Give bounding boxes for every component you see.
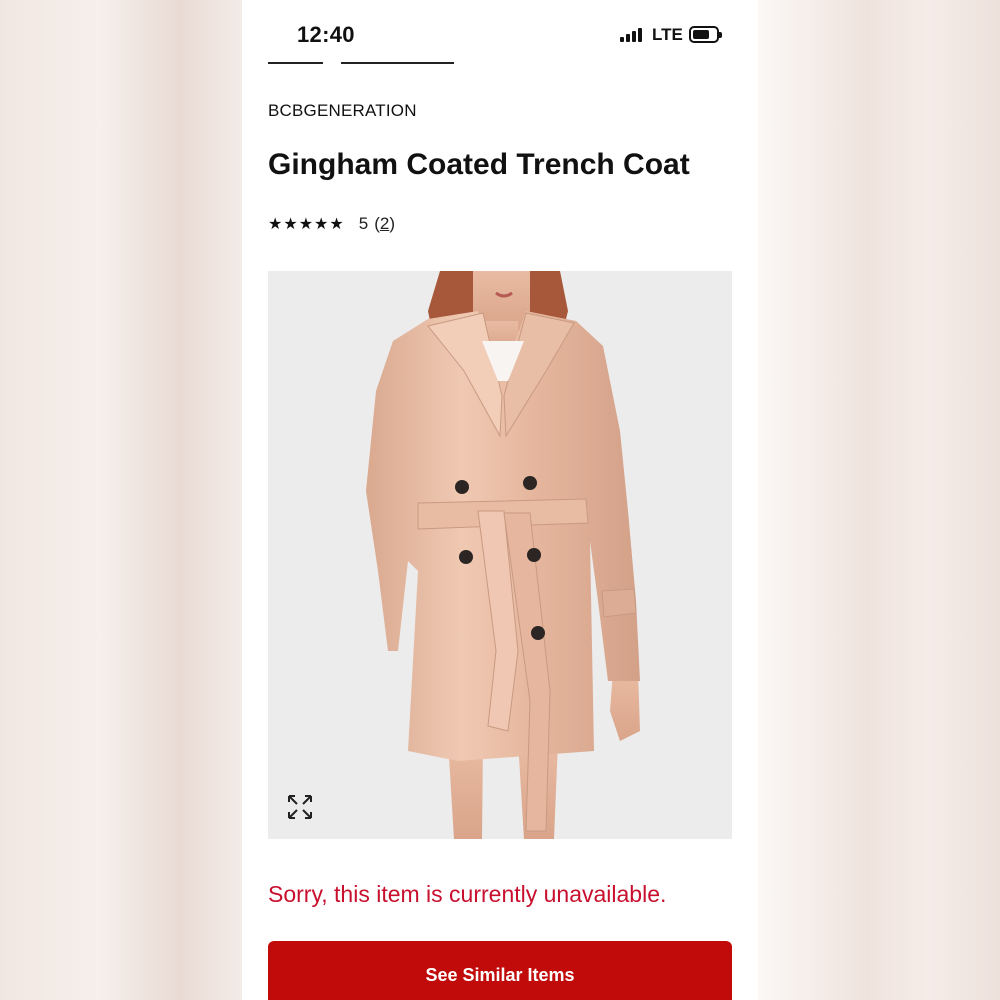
product-rating[interactable]: ★★★★★ 5 (2): [268, 212, 395, 236]
background-blur-right: [758, 0, 1000, 1000]
star-rating-icon: ★★★★★: [268, 216, 345, 233]
status-time: 12:40: [297, 22, 355, 47]
see-similar-items-button[interactable]: See Similar Items: [268, 941, 732, 1000]
battery-icon: [689, 26, 722, 43]
unavailable-message: Sorry, this item is currently unavailabl…: [268, 881, 667, 907]
nav-tab-indicator[interactable]: [341, 62, 454, 64]
product-brand[interactable]: BCBGENERATION: [268, 101, 417, 121]
product-title: Gingham Coated Trench Coat: [268, 148, 690, 181]
expand-icon[interactable]: [286, 793, 314, 821]
product-image[interactable]: [268, 271, 732, 839]
status-bar: 12:40 LTE: [242, 0, 758, 60]
network-type: LTE: [652, 25, 683, 44]
trench-coat-photo: [366, 271, 640, 839]
nav-tab-indicator[interactable]: [268, 62, 323, 64]
phone-screen: 12:40 LTE BCBGENERATION Gingham Coated T…: [242, 0, 758, 1000]
signal-icon: [620, 28, 644, 42]
rating-value: 5: [358, 214, 369, 233]
review-count[interactable]: (2): [374, 214, 395, 234]
